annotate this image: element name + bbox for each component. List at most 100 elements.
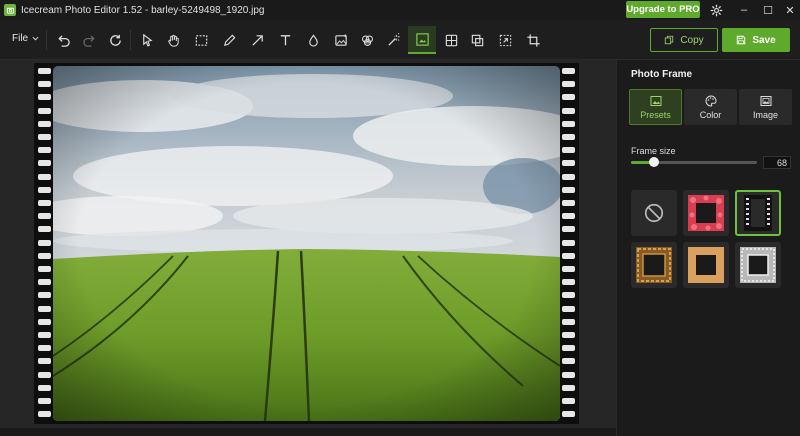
minimize-button[interactable]: –	[732, 0, 756, 20]
film-perforation	[38, 398, 51, 404]
upgrade-button[interactable]: Upgrade to PRO	[626, 1, 700, 18]
crop-icon	[526, 33, 540, 47]
film-perforation	[562, 94, 575, 101]
reset-button[interactable]	[102, 26, 128, 54]
film-perforation	[38, 279, 51, 286]
film-perforation	[562, 279, 575, 286]
arrow-tool[interactable]	[244, 26, 270, 54]
film-perforation	[38, 358, 51, 365]
film-perforation	[38, 68, 51, 74]
film-perforation	[38, 147, 51, 154]
film-perforation	[38, 200, 51, 206]
film-perforation	[38, 239, 51, 246]
tab-color-label: Color	[699, 109, 722, 120]
film-perforation	[562, 186, 575, 193]
toolbar-divider	[130, 30, 131, 50]
grid-icon	[445, 34, 457, 46]
film-perforation	[38, 107, 51, 114]
overlay-tool[interactable]	[464, 26, 490, 54]
panel-title: Photo Frame	[631, 69, 693, 80]
canvas-scroll-area	[0, 428, 616, 436]
adjust-tool[interactable]	[328, 26, 354, 54]
film-perforation	[38, 305, 51, 312]
film-perforation	[38, 411, 51, 418]
refresh-icon	[109, 34, 121, 46]
effects-tool[interactable]	[380, 26, 406, 54]
tab-image[interactable]: Image	[739, 89, 792, 125]
window-title: Icecream Photo Editor 1.52 - barley-5249…	[21, 4, 265, 16]
film-perforation	[562, 292, 575, 299]
slider-handle[interactable]	[648, 157, 659, 167]
film-perforation	[38, 266, 51, 272]
film-perforation	[562, 305, 575, 312]
film-perforation	[562, 398, 575, 404]
undo-button[interactable]	[50, 26, 76, 54]
film-perforation	[562, 120, 575, 127]
photo-canvas[interactable]	[53, 66, 560, 421]
film-perforation	[562, 411, 575, 418]
copy-button[interactable]: Copy	[650, 28, 718, 52]
tab-color[interactable]: Color	[684, 89, 737, 125]
tab-presets[interactable]: Presets	[629, 89, 682, 125]
layers-icon	[471, 34, 483, 46]
drop-icon	[308, 33, 318, 46]
text-icon	[280, 34, 290, 45]
film-strip-frame-icon	[744, 195, 772, 231]
film-perforation	[38, 160, 51, 167]
text-tool[interactable]	[272, 26, 298, 54]
rect-select-tool[interactable]	[188, 26, 214, 54]
film-perforation	[562, 345, 575, 352]
film-perforation	[38, 252, 51, 259]
save-icon	[737, 35, 746, 45]
redo-button[interactable]	[76, 26, 102, 54]
film-perforation	[562, 173, 575, 180]
film-perforation	[562, 318, 575, 325]
pan-tool[interactable]	[160, 26, 186, 54]
crop-tool[interactable]	[520, 26, 546, 54]
pencil-icon	[223, 34, 235, 46]
maximize-button[interactable]: ☐	[756, 0, 780, 20]
close-button[interactable]: ✕	[778, 0, 800, 20]
frame-tool[interactable]	[408, 26, 436, 54]
select-tool[interactable]	[134, 26, 160, 54]
preset-red-floral[interactable]	[683, 190, 729, 236]
film-perforation	[562, 332, 575, 338]
brush-tool[interactable]	[216, 26, 242, 54]
film-perforation	[562, 147, 575, 154]
frame-size-value[interactable]: 68	[763, 156, 791, 169]
undo-icon	[57, 34, 70, 47]
file-menu[interactable]: File	[12, 33, 39, 44]
save-button[interactable]: Save	[722, 28, 790, 52]
image-icon	[650, 95, 661, 106]
preset-silver[interactable]	[735, 242, 781, 288]
preset-ornate-gold[interactable]	[631, 242, 677, 288]
preset-film-strip[interactable]	[735, 190, 781, 236]
film-perforation	[562, 371, 575, 378]
film-perforation	[38, 186, 51, 193]
save-label: Save	[752, 34, 776, 46]
film-perforation	[562, 160, 575, 167]
filters-tool[interactable]	[354, 26, 380, 54]
film-perforation	[38, 213, 51, 220]
film-perforation	[38, 81, 51, 88]
split-tool[interactable]	[438, 26, 464, 54]
frame-size-slider[interactable]	[631, 157, 757, 167]
blur-tool[interactable]	[300, 26, 326, 54]
marquee-icon	[195, 34, 207, 46]
film-perforation	[38, 120, 51, 127]
tab-image-label: Image	[752, 109, 778, 120]
photo-frame-panel: Photo Frame Presets Color Image Frame si…	[616, 60, 800, 436]
red-floral-frame-icon	[688, 195, 724, 231]
copy-icon	[665, 35, 674, 45]
frame-image-icon	[760, 95, 771, 106]
resize-tool[interactable]	[492, 26, 518, 54]
film-perforation	[562, 200, 575, 206]
preset-no-frame[interactable]	[631, 190, 677, 236]
preset-wood[interactable]	[683, 242, 729, 288]
gear-icon[interactable]	[708, 2, 724, 18]
film-perforation	[562, 68, 575, 74]
frame-icon	[415, 32, 429, 46]
toolbar-divider	[46, 30, 47, 50]
film-perforation	[562, 226, 575, 233]
magic-wand-icon	[387, 32, 400, 46]
